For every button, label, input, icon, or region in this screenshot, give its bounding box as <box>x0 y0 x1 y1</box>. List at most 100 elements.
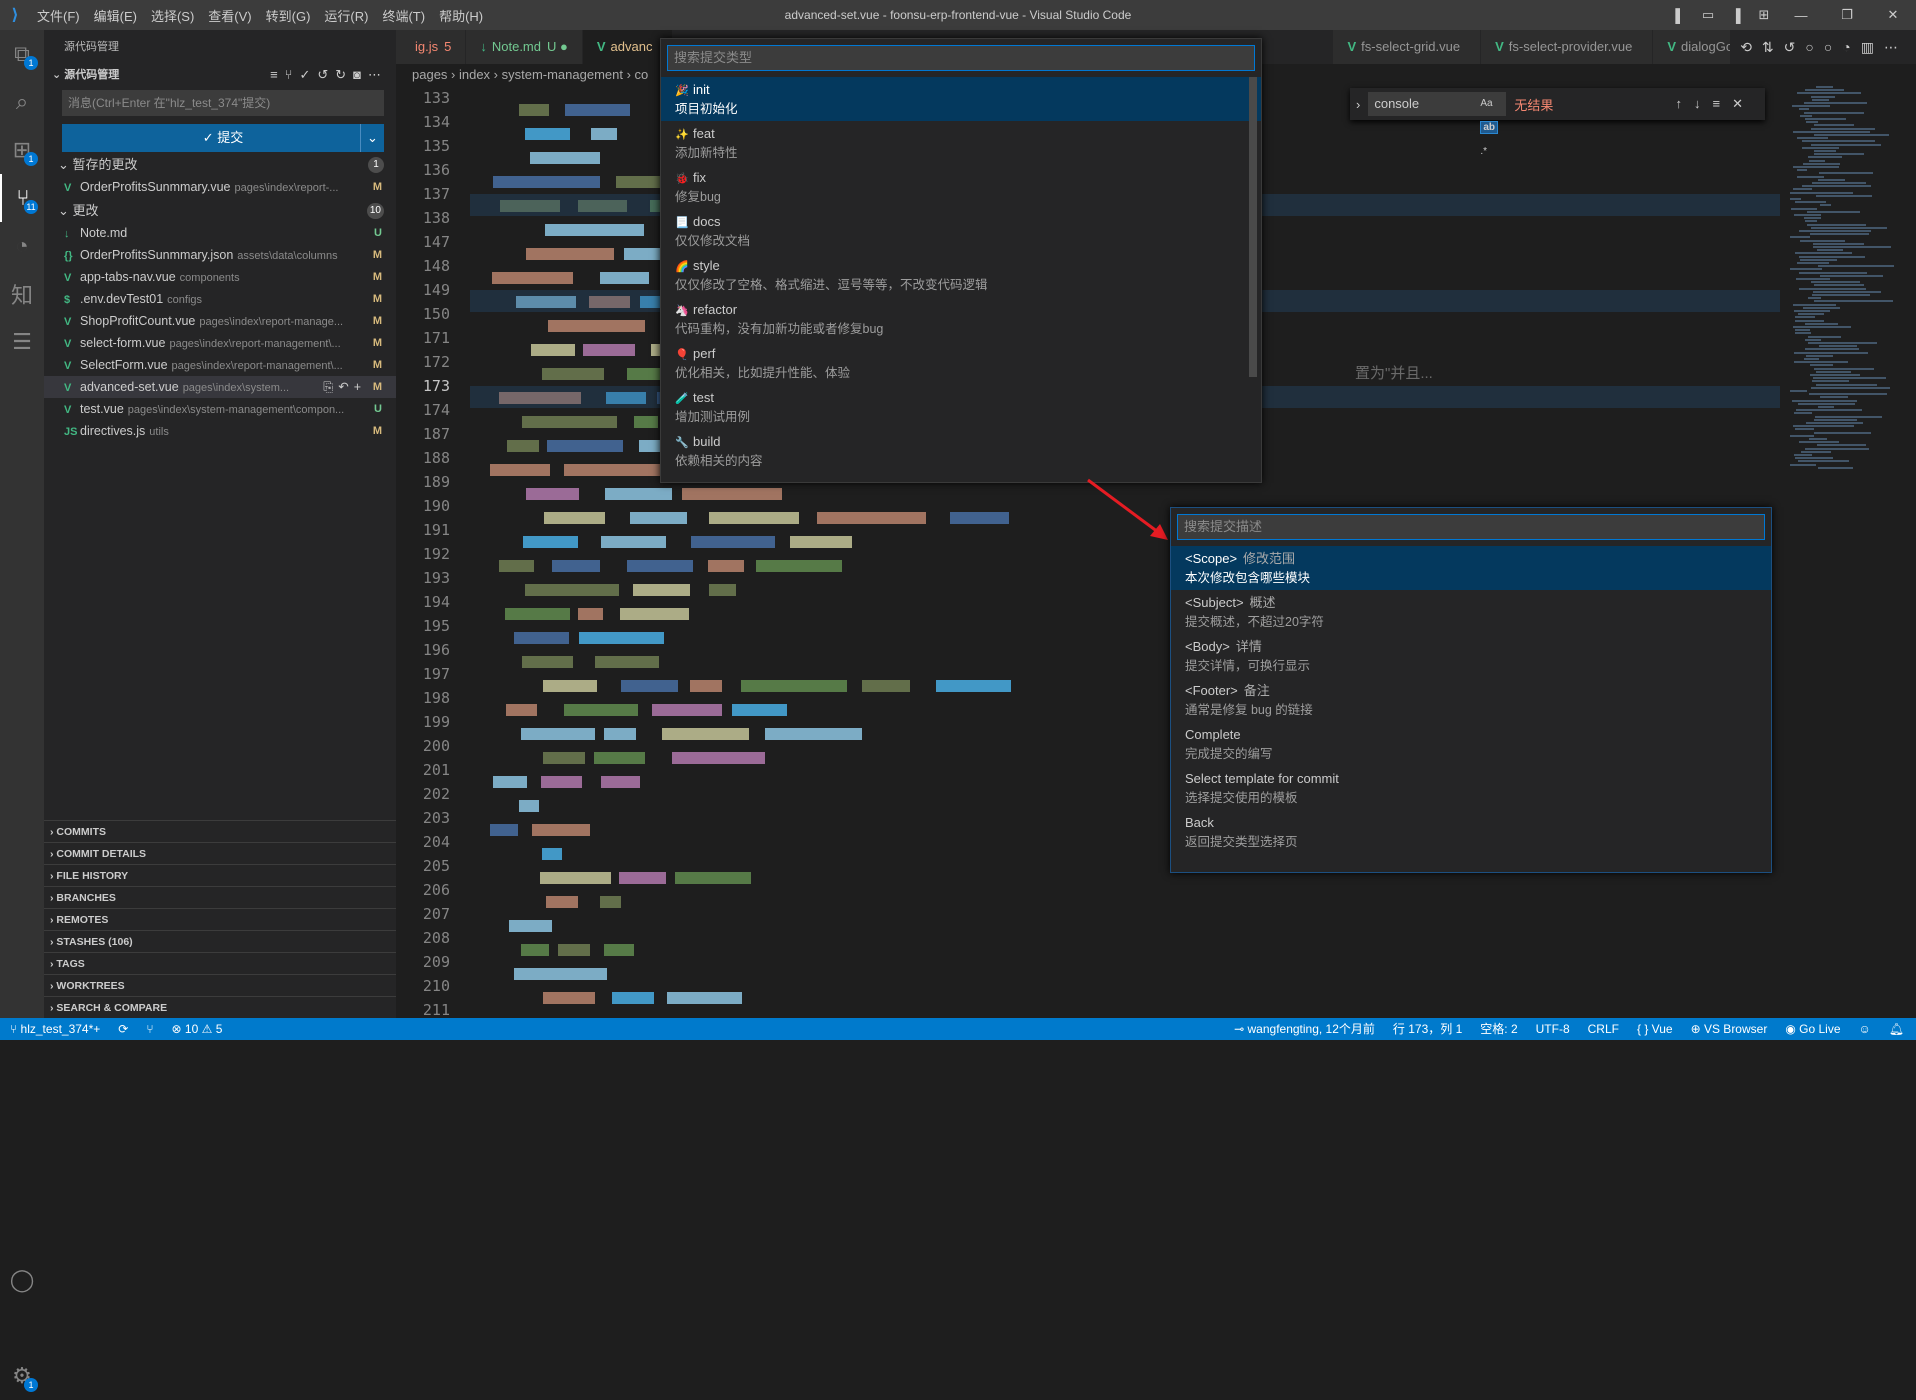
knowledge-icon[interactable]: 知 <box>0 270 44 318</box>
file-list-item[interactable]: Vtest.vue pages\index\system-management\c… <box>44 398 396 420</box>
file-actions-icons[interactable]: ⎘↶+ <box>323 376 366 398</box>
tab-Note-md[interactable]: ↓ Note.md U ● <box>466 30 583 64</box>
toggle-sidebar-icon[interactable]: ▌ <box>1666 8 1694 23</box>
commit-type-search-input[interactable]: 搜索提交类型 <box>667 45 1255 71</box>
staged-changes-group[interactable]: ⌄ 暂存的更改 1 <box>44 154 396 176</box>
account-icon[interactable]: ◯ <box>0 1256 44 1304</box>
file-list-item[interactable]: V ShopProfitCount.vue pages\index\report-m… <box>44 310 396 332</box>
commit-type-option-perf[interactable]: 🎈 perf 优化相关，比如提升性能、体验 <box>661 341 1261 385</box>
menu-item[interactable]: 转到(G) <box>259 6 318 25</box>
panel-remotes[interactable]: › REMOTES <box>44 908 396 930</box>
menu-item[interactable]: 查看(V) <box>201 6 258 25</box>
commit-type-option-init[interactable]: 🎉 init 项目初始化 <box>661 77 1261 121</box>
menu-item[interactable]: 帮助(H) <box>432 6 490 25</box>
indentation[interactable]: 空格: 2 <box>1480 1018 1517 1040</box>
close-button[interactable]: ✕ <box>1870 7 1916 23</box>
file-list-item[interactable]: {} OrderProfitsSunmmary.json assets\data\c… <box>44 244 396 266</box>
tab-ig-js[interactable]: ig.js 5 <box>396 30 467 64</box>
commit-button[interactable]: ✓ 提交 ⌄ <box>62 124 384 152</box>
commit-desc-option[interactable]: Complete 完成提交的编写 <box>1171 722 1771 766</box>
panel-stashes-[interactable]: › STASHES (106) <box>44 930 396 952</box>
panel-branches[interactable]: › BRANCHES <box>44 886 396 908</box>
toggle-replace-chevron-icon[interactable]: › <box>1356 97 1360 112</box>
line-ending[interactable]: CRLF <box>1588 1018 1619 1040</box>
problems-indicator[interactable]: ⊗ 10 ⚠ 5 <box>172 1018 223 1040</box>
extensions-icon[interactable]: ⊞ 1 <box>0 126 44 174</box>
commit-type-option-refactor[interactable]: 🦄 refactor 代码重构，没有加新功能或者修复bug <box>661 297 1261 341</box>
outline-icon[interactable]: ☰ <box>0 318 44 366</box>
commit-desc-option[interactable]: <Subject> 概述 提交概述，不超过20字符 <box>1171 590 1771 634</box>
file-list-item[interactable]: Vadvanced-set.vue pages\index\system... ⎘↶… <box>44 376 396 398</box>
commit-type-option-feat[interactable]: ✨ feat 添加新特性 <box>661 121 1261 165</box>
panel-search-compare[interactable]: › SEARCH & COMPARE <box>44 996 396 1018</box>
settings-gear-icon[interactable]: ⚙ 1 <box>0 1352 44 1400</box>
toggle-secondary-sidebar-icon[interactable]: ▐ <box>1722 8 1750 23</box>
commit-dropdown-chevron-icon[interactable]: ⌄ <box>360 124 384 152</box>
vs-browser-button[interactable]: ⊕ VS Browser <box>1691 1018 1768 1040</box>
editor-actions[interactable]: ⟲⇅↺○○◔▥⋯ <box>1730 30 1908 64</box>
toggle-panel-icon[interactable]: ▭ <box>1694 7 1722 23</box>
commit-message-input[interactable]: 消息(Ctrl+Enter 在"hlz_test_374"提交) <box>62 90 384 116</box>
gitlens-icon[interactable]: ◔ <box>0 222 44 270</box>
menu-item[interactable]: 文件(F) <box>30 6 87 25</box>
menu-item[interactable]: 选择(S) <box>144 6 201 25</box>
panel-file-history[interactable]: › FILE HISTORY <box>44 864 396 886</box>
file-list-item[interactable]: V OrderProfitsSunmmary.vue pages\index\rep… <box>44 176 396 198</box>
minimap-line <box>1807 335 1841 338</box>
file-list-item[interactable]: ↓ Note.md U <box>44 222 396 244</box>
go-live-button[interactable]: ◉ Go Live <box>1785 1018 1840 1040</box>
explorer-icon[interactable]: ⧉ 1 <box>0 30 44 78</box>
cursor-position[interactable]: 行 173，列 1 <box>1393 1018 1462 1040</box>
panel-tags[interactable]: › TAGS <box>44 952 396 974</box>
match-case-toggle[interactable]: Aa <box>1480 98 1492 109</box>
file-list-item[interactable]: $ .env.devTest01 configs M <box>44 288 396 310</box>
notifications-bell-icon[interactable]: 🔔︎ <box>1889 1018 1904 1040</box>
commit-type-option-fix[interactable]: 🐞 fix 修复bug <box>661 165 1261 209</box>
minimize-button[interactable]: — <box>1778 8 1824 23</box>
source-control-icon[interactable]: ⑂ 11 <box>0 174 44 222</box>
git-graph-icon[interactable]: ⑂ <box>146 1018 153 1040</box>
scrollbar[interactable] <box>1249 77 1257 377</box>
commit-desc-option[interactable]: <Scope> 修改范围 本次修改包含哪些模块 <box>1171 546 1771 590</box>
git-blame[interactable]: ⊸ wangfengting, 12个月前 <box>1234 1018 1375 1040</box>
customize-layout-icon[interactable]: ⊞ <box>1750 7 1778 23</box>
search-icon[interactable]: ⌕ <box>0 78 44 126</box>
commit-type-option-build[interactable]: 🔧 build 依赖相关的内容 <box>661 429 1261 473</box>
regex-toggle[interactable]: .* <box>1480 146 1487 157</box>
commit-type-option-style[interactable]: 🌈 style 仅仅修改了空格、格式缩进、逗号等等，不改变代码逻辑 <box>661 253 1261 297</box>
scm-toolbar-icons[interactable]: ≡⑂✓↺↻◙⋯ <box>270 64 388 86</box>
minimap[interactable] <box>1790 86 1910 486</box>
menu-item[interactable]: 运行(R) <box>317 6 375 25</box>
encoding[interactable]: UTF-8 <box>1536 1018 1570 1040</box>
commit-desc-option[interactable]: <Body> 详情 提交详情，可换行显示 <box>1171 634 1771 678</box>
code-token <box>509 920 552 932</box>
branch-indicator[interactable]: ⑂ hlz_test_374*+ <box>10 1018 100 1040</box>
menu-item[interactable]: 编辑(E) <box>87 6 144 25</box>
feedback-icon[interactable]: ☺ <box>1859 1018 1871 1040</box>
language-mode[interactable]: { } Vue <box>1637 1018 1673 1040</box>
commit-desc-option[interactable]: Select template for commit 选择提交使用的模板 <box>1171 766 1771 810</box>
commit-type-option-test[interactable]: 🧪 test 增加测试用例 <box>661 385 1261 429</box>
tab-fs-select-grid-vue[interactable]: Vfs-select-grid.vue <box>1333 30 1482 64</box>
commit-description-search-input[interactable]: 搜索提交描述 <box>1177 514 1765 540</box>
commit-desc-option[interactable]: <Footer> 备注 通常是修复 bug 的链接 <box>1171 678 1771 722</box>
find-nav-icons[interactable]: ↑↓≡✕ <box>1676 96 1755 112</box>
sync-icon[interactable]: ⟳ <box>118 1018 128 1040</box>
restore-button[interactable]: ❐ <box>1824 7 1870 23</box>
whole-word-toggle[interactable]: ab <box>1480 121 1499 134</box>
changes-group[interactable]: ⌄ 更改 10 <box>44 200 396 222</box>
commit-type-option-docs[interactable]: 📃 docs 仅仅修改文档 <box>661 209 1261 253</box>
minimap-line <box>1811 127 1875 130</box>
panel-worktrees[interactable]: › WORKTREES <box>44 974 396 996</box>
file-list-item[interactable]: Vapp-tabs-nav.vue components M <box>44 266 396 288</box>
commit-desc-option[interactable]: Back 返回提交类型选择页 <box>1171 810 1771 854</box>
scm-section-header[interactable]: ⌄ 源代码管理 ≡⑂✓↺↻◙⋯ <box>44 64 396 86</box>
tab-fs-select-provider-vue[interactable]: Vfs-select-provider.vue <box>1481 30 1654 64</box>
file-list-item[interactable]: JS directives.js utils M <box>44 420 396 442</box>
panel-commits[interactable]: › COMMITS <box>44 820 396 842</box>
find-input[interactable]: console Aa ab .* <box>1368 92 1507 157</box>
menu-item[interactable]: 终端(T) <box>375 6 432 25</box>
file-list-item[interactable]: Vselect-form.vue pages\index\report-manag… <box>44 332 396 354</box>
panel-commit-details[interactable]: › COMMIT DETAILS <box>44 842 396 864</box>
file-list-item[interactable]: V SelectForm.vue pages\index\report-manage… <box>44 354 396 376</box>
